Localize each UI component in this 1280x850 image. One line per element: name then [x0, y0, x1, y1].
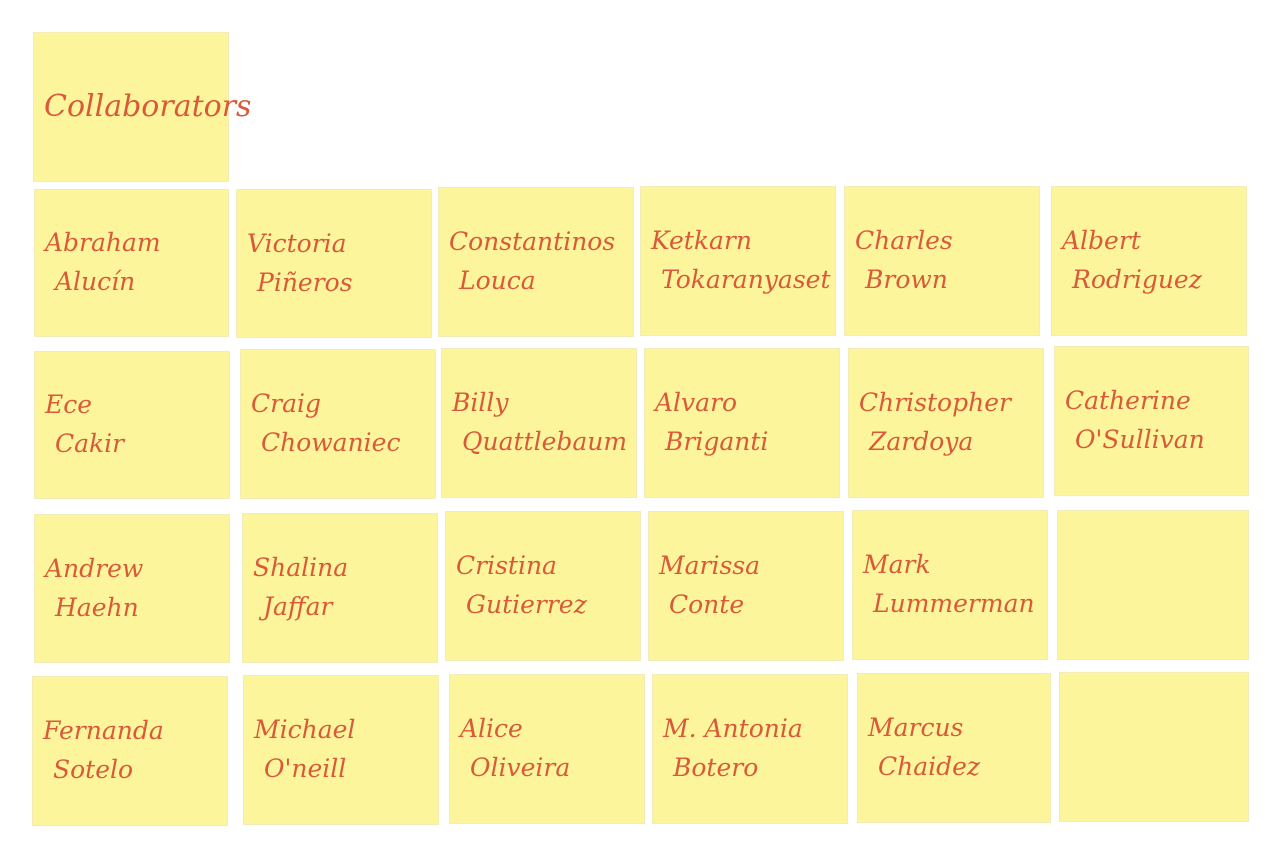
blank-note — [1060, 673, 1248, 821]
first-name: Constantinos — [449, 227, 616, 257]
first-name: Abraham — [45, 228, 161, 258]
first-name: Victoria — [247, 228, 347, 258]
name-note: Christopher Zardoya — [849, 349, 1043, 497]
last-name: Lummerman — [873, 589, 1035, 618]
last-name: Chaidez — [878, 752, 981, 781]
last-name: O'neill — [264, 754, 347, 783]
first-name: Marissa — [659, 551, 761, 581]
first-name: Ketkarn — [651, 226, 752, 256]
last-name: Gutierrez — [466, 590, 587, 619]
name-note: Constantinos Louca — [439, 188, 633, 336]
first-name: Michael — [254, 715, 356, 745]
first-name: Cristina — [456, 551, 557, 581]
first-name: Marcus — [868, 713, 964, 743]
blank-note — [1058, 511, 1248, 659]
last-name: Conte — [669, 590, 745, 619]
last-name: Botero — [673, 753, 759, 782]
name-note: Shalina Jaffar — [243, 514, 437, 662]
name-note: Mark Lummerman — [853, 511, 1047, 659]
last-name: Brown — [865, 265, 948, 294]
name-note: Charles Brown — [845, 187, 1039, 335]
name-note: Alvaro Briganti — [645, 349, 839, 497]
last-name: Rodriguez — [1072, 265, 1202, 294]
name-note: Abraham Alucín — [35, 190, 228, 336]
name-note: Cristina Gutierrez — [446, 512, 640, 660]
first-name: Shalina — [253, 553, 349, 583]
title-note: Collaborators — [34, 33, 252, 181]
first-name: Andrew — [45, 553, 144, 583]
first-name: Ece — [45, 390, 93, 420]
first-name: Christopher — [859, 388, 1011, 418]
first-name: Craig — [251, 389, 321, 419]
name-note: Albert Rodriguez — [1052, 187, 1246, 335]
first-name: Fernanda — [43, 716, 164, 746]
first-name: Catherine — [1065, 386, 1191, 416]
first-name: Mark — [863, 550, 931, 580]
last-name: Zardoya — [869, 427, 974, 456]
last-name: Jaffar — [263, 592, 333, 621]
sticky-note-board: Collaborators Abraham Alucín Victoria Pi… — [0, 0, 1280, 850]
first-name: Albert — [1062, 226, 1141, 256]
last-name: Cakir — [55, 429, 125, 458]
last-name: Alucín — [55, 267, 136, 296]
last-name: Briganti — [665, 427, 769, 456]
last-name: Piñeros — [257, 267, 353, 297]
name-note: M. Antonia Botero — [653, 675, 847, 823]
name-note: Marcus Chaidez — [858, 674, 1050, 822]
first-name: M. Antonia — [663, 714, 803, 744]
last-name: Oliveira — [470, 753, 571, 782]
last-name: Quattlebaum — [462, 427, 628, 456]
first-name: Billy — [452, 388, 509, 418]
name-note: Victoria Piñeros — [237, 190, 431, 337]
first-name: Alvaro — [655, 388, 738, 418]
board-title: Collaborators — [44, 88, 252, 124]
last-name: Sotelo — [53, 755, 134, 784]
name-note: Ketkarn Tokaranyaset — [641, 187, 835, 335]
last-name: O'Sullivan — [1075, 425, 1205, 454]
name-note: Ece Cakir — [35, 352, 229, 498]
last-name: Chowaniec — [261, 428, 401, 457]
name-note: Alice Oliveira — [450, 675, 644, 823]
first-name: Alice — [460, 714, 523, 744]
name-note: Billy Quattlebaum — [442, 349, 636, 497]
last-name: Tokaranyaset — [661, 265, 831, 294]
last-name: Louca — [459, 266, 536, 295]
name-note: Marissa Conte — [649, 512, 843, 660]
first-name: Charles — [855, 226, 953, 256]
name-note: Michael O'neill — [244, 676, 438, 824]
last-name: Haehn — [55, 592, 139, 622]
name-note: Craig Chowaniec — [241, 350, 435, 498]
name-note: Fernanda Sotelo — [33, 677, 227, 825]
name-note: Catherine O'Sullivan — [1055, 347, 1248, 495]
name-note: Andrew Haehn — [35, 515, 229, 662]
